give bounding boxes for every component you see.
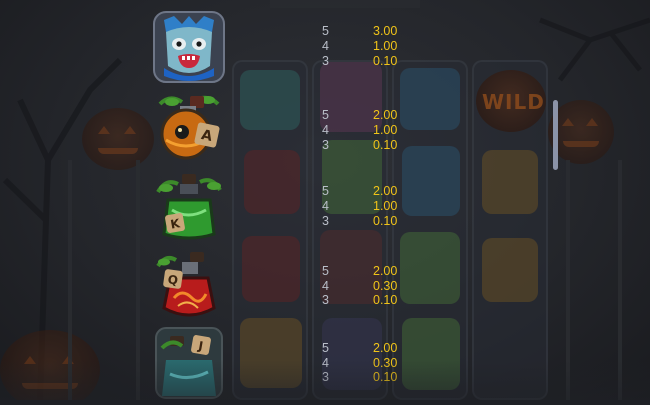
- payout-count: 3: [322, 54, 329, 68]
- blue-zombie-mask-svg: [153, 11, 225, 83]
- orange-potion-ace-icon: A: [152, 90, 226, 164]
- payout-count: 4: [322, 199, 329, 213]
- red-potion-queen-icon: Q: [152, 248, 226, 322]
- payout-count: 3: [322, 214, 329, 228]
- payout-count: 4: [322, 279, 329, 293]
- payout-count: 4: [322, 123, 329, 137]
- payout-count: 4: [322, 356, 329, 370]
- payout-value: 0.30: [373, 279, 398, 293]
- payout-value: 0.10: [373, 138, 398, 152]
- blue-zombie-mask-icon: [152, 10, 226, 84]
- red-potion-svg: Q: [156, 252, 216, 317]
- payout-count: 5: [322, 24, 329, 38]
- paytable-row: K 5 2.00 4 1.00 3 0.10: [0, 160, 650, 240]
- paytable-row: 5 3.00 4 1.00 3 0.10: [0, 0, 650, 83]
- payout-value: 1.00: [373, 123, 398, 137]
- payout-value: 2.00: [373, 264, 398, 278]
- payout-value: 3.00: [373, 24, 398, 38]
- green-potion-svg: K: [156, 174, 222, 240]
- payout-count: 5: [322, 341, 329, 355]
- paytable-row: J 5 2.00 4 0.30 3 0.10: [0, 320, 650, 400]
- payout-count: 5: [322, 108, 329, 122]
- teal-potion-svg: J: [155, 327, 223, 399]
- payout-count: 3: [322, 370, 329, 384]
- payout-value: 2.00: [373, 108, 398, 122]
- teal-potion-jack-icon: J: [152, 326, 226, 400]
- payout-value: 2.00: [373, 184, 398, 198]
- payout-value: 0.10: [373, 214, 398, 228]
- payout-value: 1.00: [373, 199, 398, 213]
- orange-potion-svg: A: [158, 95, 220, 160]
- payout-value: 0.10: [373, 370, 398, 384]
- green-potion-king-icon: K: [152, 170, 226, 244]
- payout-count: 4: [322, 39, 329, 53]
- symbol-letter: Q: [167, 272, 179, 287]
- payout-value: 0.10: [373, 293, 398, 307]
- payout-count: 5: [322, 264, 329, 278]
- payout-value: 0.30: [373, 356, 398, 370]
- payout-value: 0.10: [373, 54, 398, 68]
- payout-value: 2.00: [373, 341, 398, 355]
- payout-value: 1.00: [373, 39, 398, 53]
- payout-count: 5: [322, 184, 329, 198]
- paytable-row: Q 5 2.00 4 0.30 3 0.10: [0, 240, 650, 320]
- payout-count: 3: [322, 293, 329, 307]
- payout-count: 3: [322, 138, 329, 152]
- paytable-scrollbar[interactable]: [553, 100, 558, 170]
